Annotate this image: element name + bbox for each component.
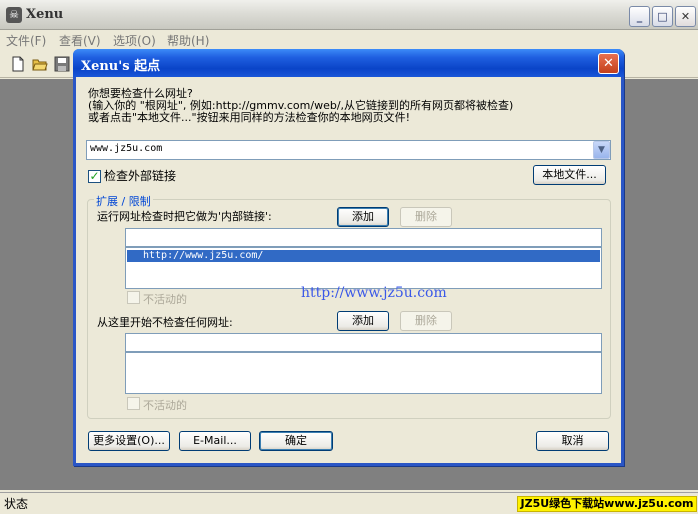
internal-add-button[interactable]: 添加: [337, 207, 389, 227]
email-button[interactable]: E-Mail...: [179, 431, 251, 451]
check-external-checkbox[interactable]: ✓: [88, 170, 101, 183]
inactive-label-2: 不活动的: [143, 399, 187, 412]
skull-icon: ☠: [6, 7, 22, 23]
exclude-delete-button[interactable]: 删除: [400, 311, 452, 331]
app-title: Xenu: [26, 7, 64, 22]
save-icon[interactable]: [54, 56, 70, 72]
menu-file[interactable]: 文件(F): [6, 32, 46, 49]
inactive-label-1: 不活动的: [143, 293, 187, 306]
local-file-button[interactable]: 本地文件...: [533, 165, 606, 185]
menu-help[interactable]: 帮助(H): [167, 32, 209, 49]
intro-line-3: 或者点击"本地文件..."按钮来用同样的方法检查你的本地网页文件!: [88, 111, 411, 124]
maximize-button[interactable]: □: [652, 6, 673, 27]
dialog-title: Xenu's 起点: [81, 59, 161, 74]
status-text: 状态: [4, 497, 29, 511]
inactive-checkbox-1[interactable]: [127, 291, 140, 304]
menu-bar: 文件(F) 查看(V) 选项(O) 帮助(H): [0, 30, 698, 50]
open-folder-icon[interactable]: [32, 56, 48, 72]
internal-links-label: 运行网址检查时把它做为'内部链接':: [97, 210, 272, 223]
inactive-checkbox-2[interactable]: [127, 397, 140, 410]
ok-button[interactable]: 确定: [259, 431, 333, 451]
group-label: 扩展 / 限制: [94, 193, 153, 209]
more-settings-button[interactable]: 更多设置(O)...: [88, 431, 170, 451]
internal-link-input[interactable]: [125, 228, 602, 247]
list-item[interactable]: http://www.jz5u.com/: [127, 250, 600, 262]
menu-options[interactable]: 选项(O): [113, 32, 156, 49]
exclude-label: 从这里开始不检查任何网址:: [97, 316, 233, 329]
exclude-url-input[interactable]: [125, 333, 602, 352]
new-file-icon[interactable]: [10, 56, 26, 72]
close-button[interactable]: ✕: [675, 6, 696, 27]
exclude-urls-list[interactable]: [125, 352, 602, 394]
url-input-value: www.jz5u.com: [90, 143, 163, 154]
watermark-badge: JZ5U绿色下载站www.jz5u.com: [517, 496, 697, 512]
minimize-button[interactable]: _: [629, 6, 650, 27]
menu-view[interactable]: 查看(V): [59, 32, 101, 49]
cancel-button[interactable]: 取消: [536, 431, 609, 451]
exclude-add-button[interactable]: 添加: [337, 311, 389, 331]
internal-delete-button[interactable]: 删除: [400, 207, 452, 227]
dialog-close-button[interactable]: ✕: [598, 53, 619, 74]
url-input[interactable]: [86, 140, 611, 160]
check-external-label: 检查外部链接: [104, 169, 177, 183]
chevron-down-icon[interactable]: ▼: [593, 141, 610, 159]
main-title-bar[interactable]: [0, 0, 698, 30]
url-watermark: http://www.jz5u.com: [301, 285, 447, 301]
